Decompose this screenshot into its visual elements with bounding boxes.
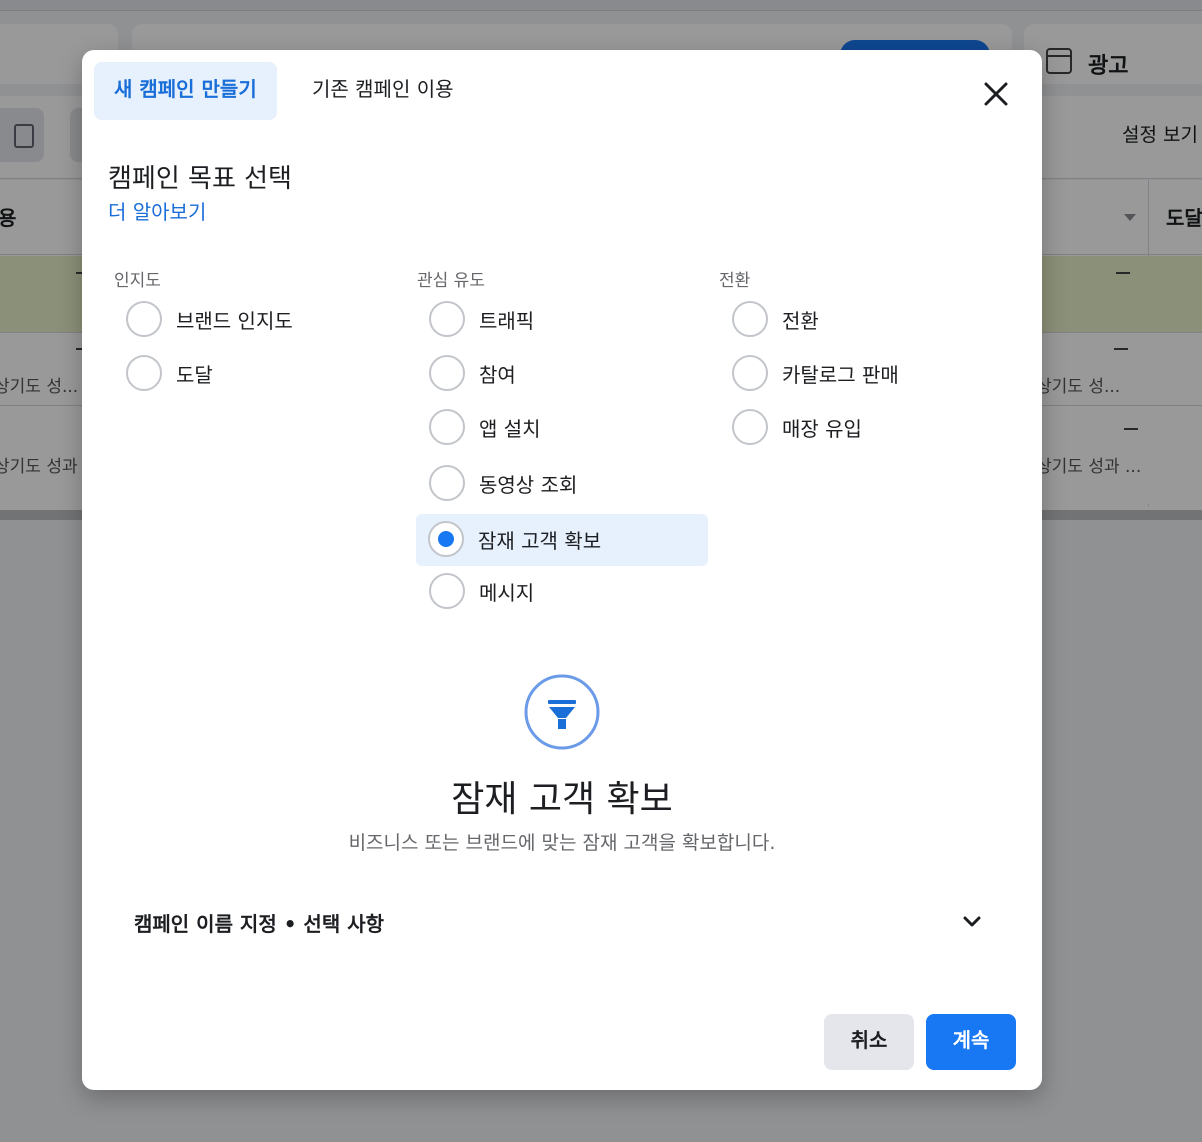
option-label: 트래픽 [479,309,535,333]
objective-option-messages[interactable]: 메시지 [417,566,709,618]
option-label: 메시지 [479,581,535,605]
campaign-naming-label: 캠페인 이름 지정 • 선택 사항 [134,912,384,936]
radio-button[interactable] [126,301,162,337]
objective-option-brand-awareness[interactable]: 브랜드 인지도 [114,294,406,346]
radio-button[interactable] [732,355,768,391]
continue-button[interactable]: 계속 [926,1014,1016,1070]
chevron-down-icon[interactable] [960,910,984,934]
objective-option-traffic[interactable]: 트래픽 [417,294,709,346]
option-label: 매장 유입 [782,417,862,441]
objective-group-consideration: 관심 유도 [417,271,485,291]
option-label: 동영상 조회 [479,473,578,497]
objective-group-conversion: 전환 [719,271,751,291]
create-campaign-dialog: 새 캠페인 만들기 기존 캠페인 이용 캠페인 목표 선택 더 알아보기 인지도… [82,50,1042,1090]
tab-existing-campaign[interactable]: 기존 캠페인 이용 [292,62,474,120]
campaign-naming-expander[interactable]: 캠페인 이름 지정 • 선택 사항 [122,898,1002,946]
option-label: 전환 [782,309,819,333]
radio-button[interactable] [732,301,768,337]
objective-group-awareness: 인지도 [114,271,161,291]
radio-button[interactable] [429,301,465,337]
objective-option-engagement[interactable]: 참여 [417,348,709,400]
option-label: 브랜드 인지도 [176,309,293,333]
objective-option-video-views[interactable]: 동영상 조회 [417,458,709,510]
radio-button[interactable] [429,465,465,501]
radio-button-selected[interactable] [428,521,464,557]
section-title: 캠페인 목표 선택 [108,164,292,194]
funnel-icon [524,674,600,750]
close-icon[interactable] [978,76,1014,112]
objective-option-catalog-sales[interactable]: 카탈로그 판매 [720,348,1012,400]
radio-button[interactable] [429,573,465,609]
cancel-button[interactable]: 취소 [824,1014,914,1070]
radio-button[interactable] [429,409,465,445]
objective-detail-title: 잠재 고객 확보 [451,779,673,820]
radio-button[interactable] [732,409,768,445]
option-label: 도달 [176,363,213,387]
objective-option-conversions[interactable]: 전환 [720,294,1012,346]
objective-detail-description: 비즈니스 또는 브랜드에 맞는 잠재 고객을 확보합니다. [348,832,776,854]
option-label: 앱 설치 [479,417,541,441]
objective-option-app-installs[interactable]: 앱 설치 [417,402,709,454]
radio-button[interactable] [429,355,465,391]
radio-button[interactable] [126,355,162,391]
learn-more-link[interactable]: 더 알아보기 [108,196,206,225]
option-label: 참여 [479,363,516,387]
objective-option-reach[interactable]: 도달 [114,348,406,400]
option-label: 잠재 고객 확보 [478,529,602,553]
objective-option-store-traffic[interactable]: 매장 유입 [720,402,1012,454]
tab-new-campaign[interactable]: 새 캠페인 만들기 [94,62,277,120]
objective-option-lead-generation[interactable]: 잠재 고객 확보 [416,514,708,566]
option-label: 카탈로그 판매 [782,363,899,387]
